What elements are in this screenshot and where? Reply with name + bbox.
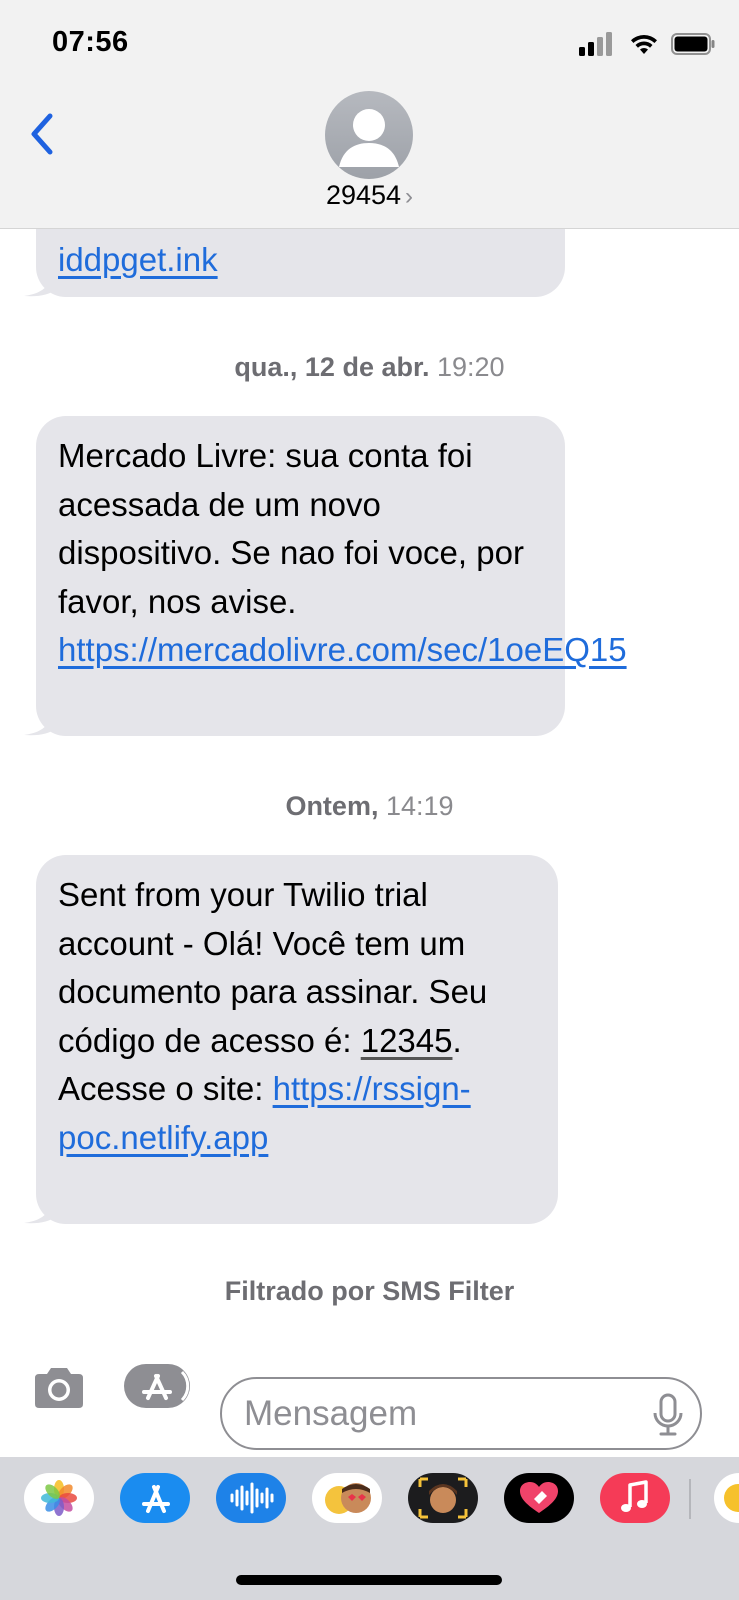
photos-icon[interactable] <box>24 1473 94 1523</box>
contact-name: 29454 <box>325 180 402 210</box>
music-icon[interactable] <box>600 1473 670 1523</box>
person-silhouette-icon <box>339 109 399 167</box>
microphone-icon[interactable] <box>651 1393 685 1437</box>
chevron-right-icon: › <box>405 183 414 210</box>
drawer-divider <box>689 1479 691 1519</box>
access-code[interactable]: 12345 <box>361 1022 453 1059</box>
message-text: Mercado Livre: sua conta foi acessada de… <box>58 437 524 620</box>
timestamp-time: 14:19 <box>385 791 454 821</box>
wifi-icon <box>631 34 657 54</box>
timestamp-1: qua., 12 de abr. 19:20 <box>0 352 739 383</box>
audio-message-icon[interactable] <box>216 1473 286 1523</box>
home-indicator[interactable] <box>236 1575 502 1585</box>
memoji-stickers-icon[interactable] <box>312 1473 382 1523</box>
contact-avatar[interactable] <box>325 91 413 179</box>
timestamp-day: qua., 12 de abr. <box>234 352 430 382</box>
signal-icon <box>579 32 615 56</box>
chevron-left-icon[interactable] <box>26 112 60 156</box>
timestamp-time: 19:20 <box>437 352 505 382</box>
memoji-icon[interactable] <box>408 1473 478 1523</box>
status-time: 07:56 <box>52 26 129 58</box>
status-icons <box>579 30 715 60</box>
bubble-tail <box>24 1194 56 1224</box>
bubble-tail <box>24 706 56 736</box>
message-link-partial[interactable]: iddpget.ink <box>58 241 218 278</box>
app-store-icon[interactable] <box>120 1473 190 1523</box>
message-input[interactable] <box>220 1377 702 1450</box>
sms-filter-note: Filtrado por SMS Filter <box>224 1276 515 1306</box>
digital-touch-icon[interactable] <box>504 1473 574 1523</box>
bubble-tail <box>24 267 56 297</box>
timestamp-day: Ontem, <box>285 791 379 821</box>
app-store-icon <box>142 1370 190 1402</box>
conversation-header: 07:56 29454 › <box>0 0 739 229</box>
message-bubble-mercado-livre[interactable]: Mercado Livre: sua conta foi acessada de… <box>24 416 627 736</box>
battery-icon <box>671 33 715 55</box>
camera-icon[interactable] <box>31 1366 87 1410</box>
contact-name-button[interactable]: 29454 › <box>0 180 739 211</box>
apps-button[interactable] <box>124 1364 190 1408</box>
message-link[interactable]: https://mercadolivre.com/sec/1oeEQ15 <box>58 631 627 668</box>
message-bubble-twilio[interactable]: Sent from your Twilio trial account - Ol… <box>24 855 558 1224</box>
more-apps-icon[interactable] <box>714 1473 739 1523</box>
timestamp-2: Ontem, 14:19 <box>0 791 739 822</box>
